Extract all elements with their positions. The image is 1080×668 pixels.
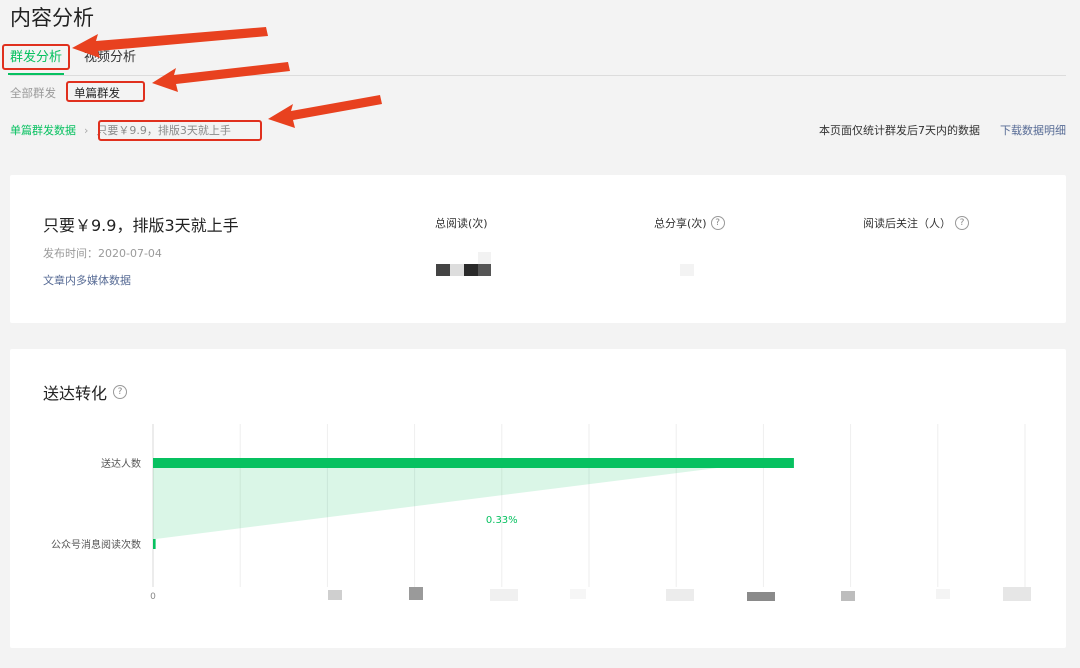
- obscured-tick-label: [409, 587, 423, 600]
- category-label: 送达人数: [101, 457, 141, 470]
- article-summary-card: 只要￥9.9，排版3天就上手 发布时间：2020-07-04 文章内多媒体数据 …: [10, 175, 1066, 323]
- obscured-value: [436, 264, 450, 276]
- media-data-link[interactable]: 文章内多媒体数据: [43, 272, 131, 288]
- tabs-divider: [10, 75, 1066, 76]
- annotation-box: [66, 81, 145, 102]
- subtab-all-mass-send[interactable]: 全部群发: [10, 85, 56, 101]
- obscured-value: [680, 264, 694, 276]
- obscured-tick-label: [841, 591, 855, 601]
- metric-total-shares-label: 总分享(次): [654, 217, 707, 230]
- conversion-rate-label: 0.33%: [486, 515, 518, 526]
- obscured-tick-label: [936, 589, 950, 599]
- breadcrumb-parent-link[interactable]: 单篇群发数据: [10, 122, 76, 138]
- category-label: 公众号消息阅读次数: [51, 538, 141, 551]
- obscured-value: [450, 264, 464, 276]
- bar-delivered: [153, 458, 794, 468]
- obscured-value: [478, 264, 491, 276]
- annotation-arrow: [268, 95, 382, 128]
- metric-follows-after-read: 阅读后关注（人） ?: [863, 215, 969, 231]
- annotation-arrow: [152, 62, 290, 92]
- obscured-value: [464, 264, 478, 276]
- download-data-link[interactable]: 下载数据明细: [1000, 122, 1066, 138]
- chevron-right-icon: ›: [84, 123, 89, 137]
- annotation-box: [98, 120, 262, 141]
- help-icon[interactable]: ?: [955, 216, 969, 230]
- metric-total-shares: 总分享(次) ?: [654, 215, 725, 231]
- article-title: 只要￥9.9，排版3天就上手: [43, 216, 239, 235]
- obscured-tick-label: [1003, 587, 1031, 601]
- conversion-chart: 送达人数公众号消息阅读次数 0.33% 0: [51, 424, 1031, 602]
- x-tick-label: 0: [150, 592, 156, 602]
- obscured-tick-label: [666, 589, 694, 601]
- page-title: 内容分析: [10, 6, 94, 30]
- obscured-tick-label: [328, 590, 342, 600]
- obscured-tick-label: [490, 589, 518, 601]
- data-range-notice: 本页面仅统计群发后7天内的数据: [819, 124, 980, 137]
- conversion-area: [153, 468, 718, 539]
- tab-video-analysis[interactable]: 视频分析: [84, 46, 136, 75]
- help-icon[interactable]: ?: [710, 216, 725, 230]
- metric-total-reads: 总阅读(次): [435, 215, 488, 231]
- metric-total-reads-label: 总阅读(次): [435, 217, 488, 230]
- publish-time: 发布时间：2020-07-04: [43, 247, 162, 260]
- metric-follows-label: 阅读后关注（人）: [863, 217, 951, 230]
- obscured-tick-label: [747, 592, 775, 601]
- bar-message-reads: [153, 539, 156, 549]
- obscured-value: [478, 252, 491, 264]
- annotation-box: [2, 44, 70, 70]
- delivery-conversion-card: 送达转化 ? 送达人数 公众号消息阅读次数 0.33% 0: [10, 349, 1066, 648]
- obscured-tick-label: [570, 589, 586, 599]
